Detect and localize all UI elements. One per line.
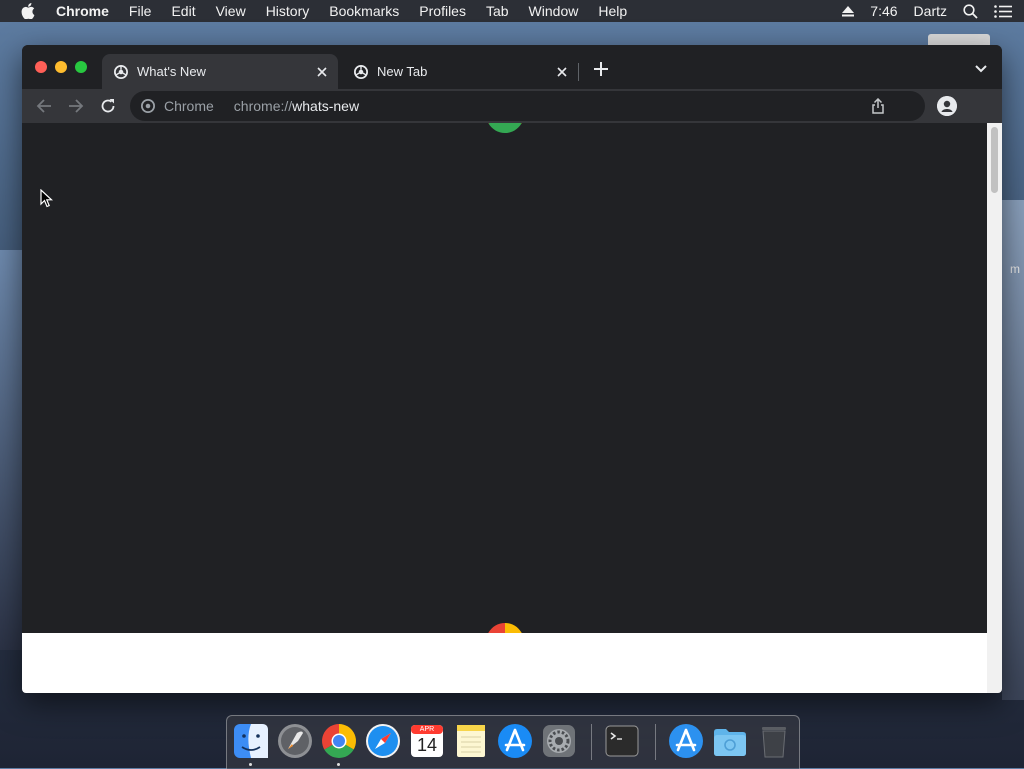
zoom-window-button[interactable] bbox=[75, 61, 87, 73]
calendar-month: APR bbox=[419, 726, 435, 733]
menu-app-name[interactable]: Chrome bbox=[46, 0, 119, 22]
close-window-button[interactable] bbox=[35, 61, 47, 73]
forward-arrow-icon[interactable] bbox=[67, 97, 85, 115]
launchpad-icon[interactable] bbox=[276, 722, 314, 760]
menu-file[interactable]: File bbox=[119, 0, 162, 22]
close-tab-icon[interactable] bbox=[314, 64, 330, 80]
chrome-app-icon[interactable] bbox=[320, 722, 358, 760]
menu-edit[interactable]: Edit bbox=[161, 0, 205, 22]
back-arrow-icon[interactable] bbox=[35, 97, 53, 115]
page-content bbox=[22, 123, 987, 693]
reload-icon[interactable] bbox=[99, 97, 117, 115]
menu-bookmarks[interactable]: Bookmarks bbox=[319, 0, 409, 22]
app-store-icon[interactable] bbox=[496, 722, 534, 760]
minimize-window-button[interactable] bbox=[55, 61, 67, 73]
chrome-site-icon bbox=[141, 99, 155, 113]
new-tab-plus-icon[interactable] bbox=[592, 60, 610, 78]
calendar-icon[interactable]: APR 14 bbox=[408, 722, 446, 760]
chrome-favicon-icon bbox=[114, 64, 128, 79]
safari-icon[interactable] bbox=[364, 722, 402, 760]
terminal-icon[interactable] bbox=[603, 722, 641, 760]
profile-avatar-icon[interactable] bbox=[937, 96, 957, 116]
menu-profiles[interactable]: Profiles bbox=[409, 0, 476, 22]
tab-strip: What's New New Tab bbox=[22, 45, 1002, 89]
site-chip-label: Chrome bbox=[164, 98, 214, 114]
menu-user-name[interactable]: Dartz bbox=[914, 3, 947, 19]
chrome-logo-icon bbox=[488, 123, 522, 133]
page-scrollbar[interactable] bbox=[987, 123, 1002, 693]
url-host: whats-new bbox=[292, 98, 360, 114]
notes-icon[interactable] bbox=[452, 722, 490, 760]
tab-new-tab[interactable]: New Tab bbox=[342, 54, 578, 89]
menu-window[interactable]: Window bbox=[519, 0, 589, 22]
wallpaper-left-edge bbox=[0, 250, 24, 650]
eject-icon[interactable] bbox=[842, 5, 855, 17]
apple-menu-icon[interactable] bbox=[20, 3, 36, 19]
trash-icon[interactable] bbox=[755, 722, 793, 760]
notification-center-icon[interactable] bbox=[994, 4, 1012, 18]
menu-view[interactable]: View bbox=[206, 0, 256, 22]
dock: APR 14 bbox=[226, 715, 800, 769]
applications-folder-icon[interactable] bbox=[667, 722, 705, 760]
tab-whats-new[interactable]: What's New bbox=[102, 54, 338, 89]
spotlight-search-icon[interactable] bbox=[963, 3, 978, 19]
dock-separator bbox=[591, 724, 592, 760]
chrome-favicon-icon bbox=[354, 64, 368, 79]
running-indicator bbox=[249, 763, 252, 766]
url-scheme: chrome:// bbox=[233, 98, 293, 114]
share-icon[interactable] bbox=[871, 98, 885, 114]
dock-separator bbox=[655, 724, 656, 760]
menu-help[interactable]: Help bbox=[588, 0, 637, 22]
tab-title: New Tab bbox=[377, 64, 428, 79]
chrome-logo-icon bbox=[488, 623, 522, 633]
whats-new-dark-panel bbox=[22, 123, 987, 633]
menu-bar: Chrome File Edit View History Bookmarks … bbox=[0, 0, 1024, 22]
running-indicator bbox=[337, 763, 340, 766]
browser-toolbar: Chrome chrome:// whats-new bbox=[22, 89, 1002, 123]
close-tab-icon[interactable] bbox=[554, 64, 570, 80]
menu-tab[interactable]: Tab bbox=[476, 0, 519, 22]
calendar-day: 14 bbox=[416, 735, 438, 755]
system-preferences-icon[interactable] bbox=[540, 722, 578, 760]
desktop-label: m bbox=[1010, 262, 1020, 276]
tab-title: What's New bbox=[137, 64, 206, 79]
downloads-folder-icon[interactable] bbox=[711, 722, 749, 760]
address-bar[interactable]: Chrome chrome:// whats-new bbox=[130, 91, 925, 121]
finder-icon[interactable] bbox=[232, 722, 270, 760]
menu-history[interactable]: History bbox=[256, 0, 320, 22]
tab-search-chevron-down-icon[interactable] bbox=[974, 63, 988, 75]
menu-clock[interactable]: 7:46 bbox=[870, 3, 897, 19]
mouse-cursor-icon bbox=[40, 189, 54, 208]
tab-separator bbox=[578, 63, 579, 81]
scrollbar-thumb[interactable] bbox=[991, 127, 998, 193]
chrome-window: What's New New Tab Chrome chrome:// what… bbox=[22, 45, 1002, 693]
